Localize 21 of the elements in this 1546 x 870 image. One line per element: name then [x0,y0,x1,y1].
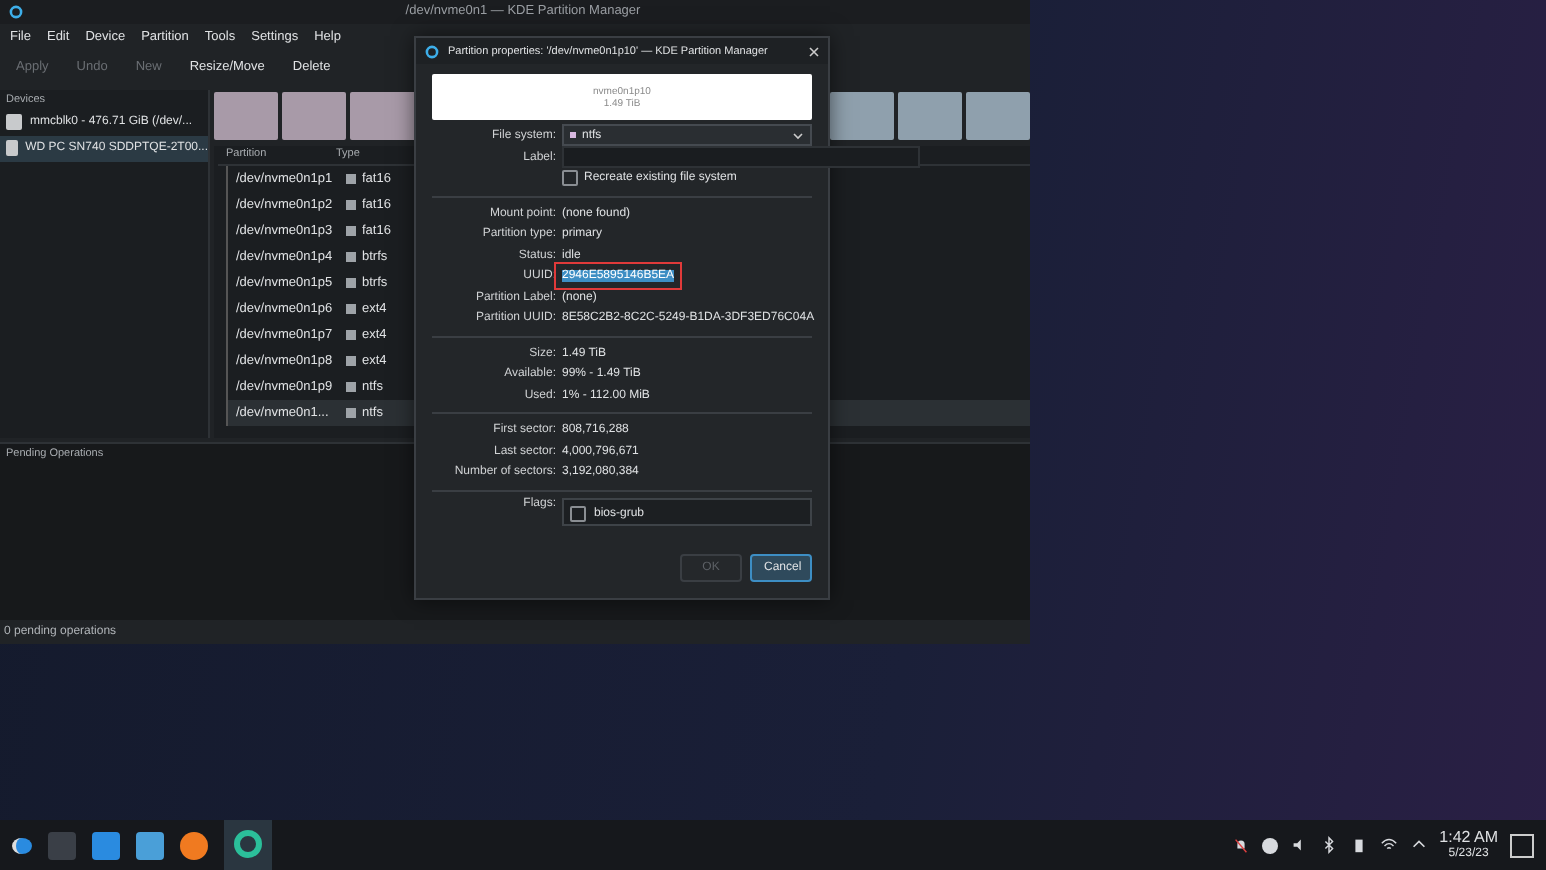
partition-segment[interactable] [214,91,279,140]
partition-segment[interactable] [350,91,416,140]
checkbox[interactable] [562,170,578,187]
bluetooth-icon[interactable] [1319,836,1338,854]
partition-segment[interactable] [965,91,1031,140]
ring-icon[interactable] [234,829,262,857]
bell-icon[interactable] [1231,836,1250,854]
app-logo-icon [8,3,24,20]
show-desktop-icon[interactable] [1510,833,1534,857]
app-logo-icon [424,43,440,59]
launcher-icon[interactable] [12,837,32,853]
clock-time: 1:42 AM [1439,829,1498,845]
wifi-icon[interactable] [1379,836,1398,854]
close-icon[interactable] [808,45,820,57]
label-input[interactable] [562,146,920,168]
caret-icon [792,131,804,139]
partition-segment[interactable] [897,91,962,140]
checkbox[interactable] [570,505,586,521]
battery-icon[interactable] [1349,836,1368,854]
partition-segment[interactable] [829,91,894,140]
partition-segment[interactable] [282,91,347,140]
